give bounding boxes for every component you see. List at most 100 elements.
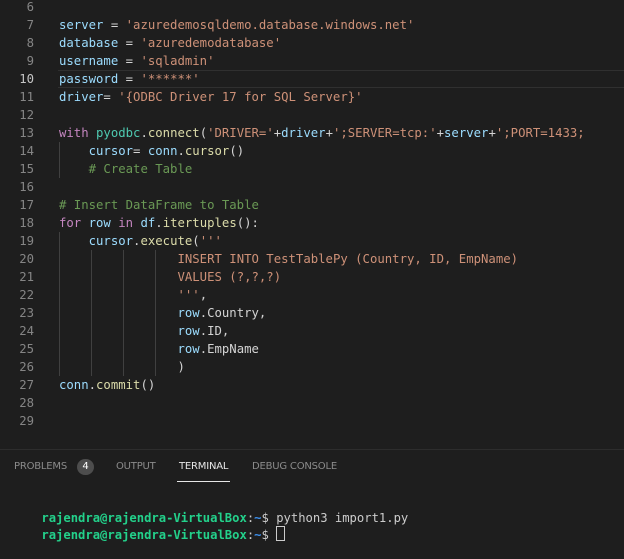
code-token: =: [103, 90, 119, 104]
code-token: =: [118, 36, 141, 50]
line-number: 23: [19, 306, 34, 320]
code-text: row.EmpName: [59, 340, 259, 358]
code-text: ): [59, 358, 184, 376]
code-line[interactable]: 18 for row in df.itertuples():: [0, 214, 624, 232]
code-text: VALUES (?,?,?): [59, 268, 281, 286]
code-token: ';PORT=1433;: [495, 126, 585, 140]
code-editor[interactable]: 6 7 server = 'azuredemosqldemo.database.wi…: [0, 0, 624, 449]
code-token: commit: [96, 378, 141, 392]
code-line[interactable]: 14 cursor= conn.cursor(): [0, 142, 624, 160]
code-line[interactable]: 8 database = 'azuredemodatabase': [0, 34, 624, 52]
tab-output[interactable]: OUTPUT: [116, 461, 156, 472]
code-token: +: [488, 126, 496, 140]
code-token: server: [59, 18, 104, 32]
code-line[interactable]: 16: [0, 178, 624, 196]
code-token: .: [155, 216, 163, 230]
code-text: username = 'sqladmin': [59, 52, 215, 70]
line-number: 15: [19, 162, 34, 176]
bottom-panel: PROBLEMS 4 OUTPUT TERMINAL DEBUG CONSOLE…: [0, 449, 624, 556]
code-token: row: [177, 342, 200, 356]
code-line[interactable]: 25 row.EmpName: [0, 340, 624, 358]
indent-guide: [155, 250, 156, 376]
line-number: 7: [26, 18, 34, 32]
code-token: 'azuredemosqldemo.database.windows.net': [125, 18, 415, 32]
tab-problems[interactable]: PROBLEMS: [14, 461, 67, 472]
tab-debug-console[interactable]: DEBUG CONSOLE: [252, 461, 337, 472]
code-token: driver: [281, 126, 326, 140]
terminal-cursor[interactable]: [276, 526, 286, 541]
code-line[interactable]: 15 # Create Table: [0, 160, 624, 178]
code-line[interactable]: 11 driver= '{ODBC Driver 17 for SQL Serve…: [0, 88, 624, 106]
code-line[interactable]: 21 VALUES (?,?,?): [0, 268, 624, 286]
prompt-user: rajendra@rajendra-VirtualBox: [41, 528, 247, 542]
code-token: '******': [140, 72, 200, 86]
code-token: row: [88, 216, 111, 230]
line-number: 26: [19, 360, 34, 374]
code-line[interactable]: 23 row.Country,: [0, 304, 624, 322]
line-number: 9: [26, 54, 34, 68]
code-token: (): [140, 378, 156, 392]
line-number: 13: [19, 126, 34, 140]
code-token: .EmpName: [199, 342, 259, 356]
code-token: server: [444, 126, 489, 140]
problems-count-badge: 4: [77, 459, 94, 475]
code-token: in: [110, 216, 141, 230]
line-number: 21: [19, 270, 34, 284]
panel-tabs: PROBLEMS 4 OUTPUT TERMINAL DEBUG CONSOLE: [0, 450, 624, 486]
code-line[interactable]: 10 password = '******': [0, 70, 624, 88]
code-text: driver= '{ODBC Driver 17 for SQL Server}…: [59, 88, 363, 106]
code-token: .: [88, 378, 97, 392]
code-token: (: [199, 126, 208, 140]
code-line[interactable]: 6: [0, 0, 624, 16]
line-number: 8: [26, 36, 34, 50]
code-line[interactable]: 17 # Insert DataFrame to Table: [0, 196, 624, 214]
code-line[interactable]: 12: [0, 106, 624, 124]
code-token: +: [436, 126, 445, 140]
code-line[interactable]: 9 username = 'sqladmin': [0, 52, 624, 70]
prompt-path: ~: [254, 528, 262, 542]
code-token: cursor: [184, 144, 230, 158]
code-token: conn: [59, 378, 89, 392]
code-line[interactable]: 7 server = 'azuredemosqldemo.database.win…: [0, 16, 624, 34]
code-token: 'sqladmin': [140, 54, 215, 68]
code-token: ''': [199, 234, 222, 248]
code-token: .: [177, 144, 185, 158]
code-token: username: [59, 54, 119, 68]
code-line[interactable]: 27 conn.commit(): [0, 376, 624, 394]
code-line[interactable]: 13 with pyodbc.connect('DRIVER='+driver+'…: [0, 124, 624, 142]
code-line[interactable]: 22 ''',: [0, 286, 624, 304]
code-text: password = '******': [59, 70, 200, 88]
line-number: 22: [19, 288, 34, 302]
code-line[interactable]: 29: [0, 412, 624, 430]
code-token: .Country,: [199, 306, 267, 320]
tab-terminal[interactable]: TERMINAL: [176, 461, 231, 482]
code-token: # Create Table: [88, 162, 193, 176]
line-number: 24: [19, 324, 34, 338]
code-token: '{ODBC Driver 17 for SQL Server}': [118, 90, 363, 104]
code-text: cursor.execute(''': [59, 232, 222, 250]
code-token: with: [59, 126, 97, 140]
code-token: .: [140, 126, 148, 140]
code-token: =: [118, 72, 141, 86]
line-number: 18: [19, 216, 34, 230]
code-line[interactable]: 24 row.ID,: [0, 322, 624, 340]
code-token: =: [103, 18, 126, 32]
code-line[interactable]: 28: [0, 394, 624, 412]
code-line[interactable]: 26 ): [0, 358, 624, 376]
terminal-line[interactable]: rajendra@rajendra-VirtualBox:~$: [12, 510, 286, 559]
code-line[interactable]: 19 cursor.execute(''': [0, 232, 624, 250]
code-line[interactable]: 20 INSERT INTO TestTablePy (Country, ID,…: [0, 250, 624, 268]
code-token: itertuples: [162, 216, 237, 230]
code-token: 'DRIVER=': [207, 126, 274, 140]
code-token: INSERT INTO TestTablePy (Country, ID, Em…: [177, 252, 519, 266]
code-token: cursor: [88, 144, 134, 158]
indent-guide: [59, 232, 60, 376]
line-number: 20: [19, 252, 34, 266]
line-number: 29: [19, 414, 34, 428]
code-token: password: [59, 72, 119, 86]
